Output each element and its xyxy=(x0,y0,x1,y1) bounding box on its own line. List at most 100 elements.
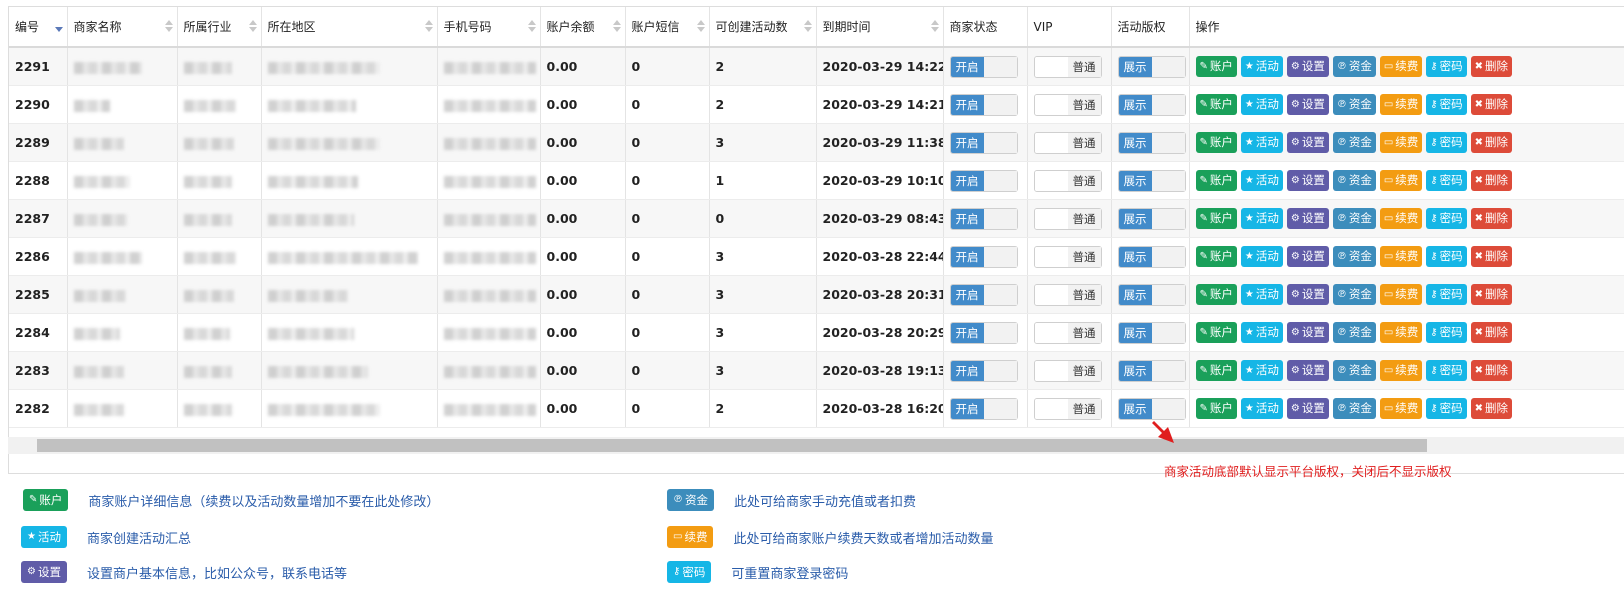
password-button[interactable]: ⚷ 密码 xyxy=(1426,398,1467,419)
col-header-vip[interactable]: VIP xyxy=(1027,7,1112,48)
sort-icon[interactable] xyxy=(54,20,63,32)
renew-button[interactable]: ▭ 续费 xyxy=(1379,246,1423,267)
renew-button[interactable]: ▭ 续费 xyxy=(1379,94,1423,115)
col-header-activity-count[interactable]: 可创建活动数 xyxy=(709,7,817,48)
status-toggle[interactable]: 开启 xyxy=(949,245,1018,268)
settings-button[interactable]: ⚙ 设置 xyxy=(1286,246,1329,267)
copyright-toggle[interactable]: 展示 xyxy=(1117,245,1186,268)
delete-button[interactable]: ✖ 删除 xyxy=(1470,360,1512,381)
password-button[interactable]: ⚷ 密码 xyxy=(1426,208,1467,229)
status-toggle[interactable]: 开启 xyxy=(949,169,1018,192)
renew-button[interactable]: ▭ 续费 xyxy=(1379,132,1423,153)
account-button[interactable]: ✎ 账户 xyxy=(1195,398,1237,419)
vip-toggle[interactable]: 普通 xyxy=(1033,131,1102,154)
settings-button[interactable]: ⚙ 设置 xyxy=(1286,56,1329,77)
activity-button[interactable]: ★ 活动 xyxy=(1240,170,1283,191)
col-header-industry[interactable]: 所属行业 xyxy=(177,7,262,48)
copyright-toggle[interactable]: 展示 xyxy=(1117,131,1186,154)
status-toggle[interactable]: 开启 xyxy=(949,283,1018,306)
col-header-merchant-status[interactable]: 商家状态 xyxy=(943,7,1028,48)
status-toggle[interactable]: 开启 xyxy=(949,131,1018,154)
copyright-toggle[interactable]: 展示 xyxy=(1117,397,1186,420)
delete-button[interactable]: ✖ 删除 xyxy=(1470,94,1512,115)
password-button[interactable]: ⚷ 密码 xyxy=(1426,322,1467,343)
renew-button[interactable]: ▭ 续费 xyxy=(1379,322,1423,343)
delete-button[interactable]: ✖ 删除 xyxy=(1470,208,1512,229)
account-button[interactable]: ✎ 账户 xyxy=(1195,56,1237,77)
delete-button[interactable]: ✖ 删除 xyxy=(1470,284,1512,305)
status-toggle[interactable]: 开启 xyxy=(949,55,1018,78)
sort-icon[interactable] xyxy=(803,20,812,32)
activity-button[interactable]: ★ 活动 xyxy=(1240,246,1283,267)
horizontal-scrollbar[interactable] xyxy=(8,437,1624,454)
account-button[interactable]: ✎ 账户 xyxy=(1195,284,1237,305)
vip-toggle[interactable]: 普通 xyxy=(1033,55,1102,78)
account-button[interactable]: ✎ 账户 xyxy=(1195,94,1237,115)
account-button[interactable]: ✎ 账户 xyxy=(1195,208,1237,229)
password-button[interactable]: ⚷ 密码 xyxy=(1426,246,1467,267)
settings-button[interactable]: ⚙ 设置 xyxy=(1286,208,1329,229)
copyright-toggle[interactable]: 展示 xyxy=(1117,55,1186,78)
renew-button[interactable]: ▭ 续费 xyxy=(1379,56,1423,77)
account-button[interactable]: ✎ 账户 xyxy=(1195,322,1237,343)
account-button[interactable]: ✎ 账户 xyxy=(1195,360,1237,381)
col-header-activity-copyright[interactable]: 活动版权 xyxy=(1111,7,1190,48)
scrollbar-thumb[interactable] xyxy=(37,439,1427,452)
account-button[interactable]: ✎ 账户 xyxy=(1195,132,1237,153)
password-button[interactable]: ⚷ 密码 xyxy=(1426,132,1467,153)
sort-icon[interactable] xyxy=(696,20,705,32)
renew-button[interactable]: ▭ 续费 xyxy=(1379,208,1423,229)
col-header-id[interactable]: 编号 xyxy=(9,7,68,48)
activity-button[interactable]: ★ 活动 xyxy=(1240,132,1283,153)
settings-button[interactable]: ⚙ 设置 xyxy=(1286,94,1329,115)
funds-button[interactable]: ℗ 资金 xyxy=(1332,208,1376,229)
funds-button[interactable]: ℗ 资金 xyxy=(1332,56,1376,77)
activity-button[interactable]: ★ 活动 xyxy=(1240,398,1283,419)
renew-button[interactable]: ▭ 续费 xyxy=(1379,398,1423,419)
activity-button[interactable]: ★ 活动 xyxy=(1240,322,1283,343)
status-toggle[interactable]: 开启 xyxy=(949,359,1018,382)
activity-button[interactable]: ★ 活动 xyxy=(1240,360,1283,381)
sort-icon[interactable] xyxy=(930,20,939,32)
copyright-toggle[interactable]: 展示 xyxy=(1117,169,1186,192)
activity-button[interactable]: ★ 活动 xyxy=(1240,94,1283,115)
activity-button[interactable]: ★ 活动 xyxy=(1240,56,1283,77)
delete-button[interactable]: ✖ 删除 xyxy=(1470,322,1512,343)
settings-button[interactable]: ⚙ 设置 xyxy=(1286,360,1329,381)
copyright-toggle[interactable]: 展示 xyxy=(1117,93,1186,116)
sort-icon[interactable] xyxy=(424,20,433,32)
funds-button[interactable]: ℗ 资金 xyxy=(1332,170,1376,191)
delete-button[interactable]: ✖ 删除 xyxy=(1470,56,1512,77)
sort-icon[interactable] xyxy=(164,20,173,32)
settings-button[interactable]: ⚙ 设置 xyxy=(1286,322,1329,343)
settings-button[interactable]: ⚙ 设置 xyxy=(1286,170,1329,191)
account-button[interactable]: ✎ 账户 xyxy=(1195,246,1237,267)
funds-button[interactable]: ℗ 资金 xyxy=(1332,284,1376,305)
funds-button[interactable]: ℗ 资金 xyxy=(667,489,714,511)
status-toggle[interactable]: 开启 xyxy=(949,397,1018,420)
vip-toggle[interactable]: 普通 xyxy=(1033,321,1102,344)
col-header-balance[interactable]: 账户余额 xyxy=(540,7,626,48)
vip-toggle[interactable]: 普通 xyxy=(1033,359,1102,382)
copyright-toggle[interactable]: 展示 xyxy=(1117,321,1186,344)
password-button[interactable]: ⚷ 密码 xyxy=(1426,56,1467,77)
sort-icon[interactable] xyxy=(612,20,621,32)
status-toggle[interactable]: 开启 xyxy=(949,93,1018,116)
status-toggle[interactable]: 开启 xyxy=(949,321,1018,344)
renew-button[interactable]: ▭ 续费 xyxy=(667,526,714,548)
activity-button[interactable]: ★ 活动 xyxy=(1240,284,1283,305)
vip-toggle[interactable]: 普通 xyxy=(1033,169,1102,192)
password-button[interactable]: ⚷ 密码 xyxy=(1426,170,1467,191)
settings-button[interactable]: ⚙ 设置 xyxy=(1286,132,1329,153)
copyright-toggle[interactable]: 展示 xyxy=(1117,207,1186,230)
col-header-expire-time[interactable]: 到期时间 xyxy=(816,7,944,48)
settings-button[interactable]: ⚙ 设置 xyxy=(1286,284,1329,305)
settings-button[interactable]: ⚙ 设置 xyxy=(1286,398,1329,419)
funds-button[interactable]: ℗ 资金 xyxy=(1332,360,1376,381)
funds-button[interactable]: ℗ 资金 xyxy=(1332,94,1376,115)
sort-icon[interactable] xyxy=(527,20,536,32)
password-button[interactable]: ⚷ 密码 xyxy=(1426,284,1467,305)
password-button[interactable]: ⚷ 密码 xyxy=(1426,94,1467,115)
copyright-toggle[interactable]: 展示 xyxy=(1117,359,1186,382)
col-header-merchant-name[interactable]: 商家名称 xyxy=(67,7,178,48)
